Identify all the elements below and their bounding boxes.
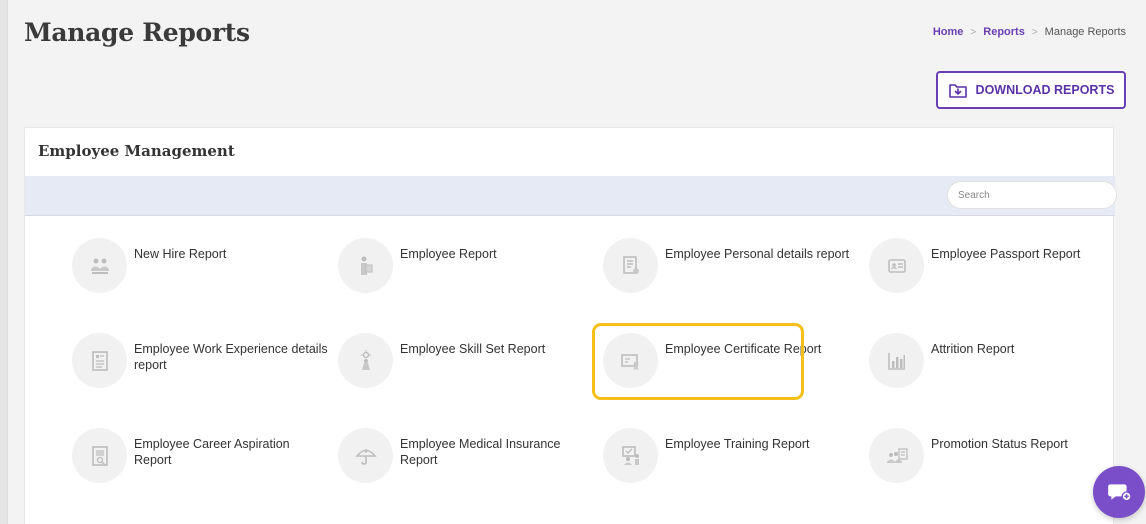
skill-set-icon	[338, 333, 393, 388]
report-passport[interactable]: Employee Passport Report	[869, 238, 1109, 298]
breadcrumb-reports[interactable]: Reports	[983, 26, 1025, 38]
page-title: Manage Reports	[24, 18, 250, 47]
breadcrumb-separator-icon: >	[970, 26, 977, 38]
download-reports-button[interactable]: DOWNLOAD REPORTS	[936, 71, 1126, 109]
attrition-chart-icon	[869, 333, 924, 388]
employee-icon	[338, 238, 393, 293]
report-label: Employee Career Aspiration Report	[134, 437, 290, 467]
report-career-aspiration[interactable]: Employee Career Aspiration Report	[72, 428, 312, 488]
report-personal-details[interactable]: Employee Personal details report	[603, 238, 849, 298]
report-label: Employee Passport Report	[931, 247, 1081, 261]
new-hire-icon	[72, 238, 127, 293]
employee-management-card: Employee Management New Hire Report Empl…	[24, 127, 1117, 524]
promotion-status-icon	[869, 428, 924, 483]
career-aspiration-icon	[72, 428, 127, 483]
section-title: Employee Management	[38, 142, 235, 160]
chat-icon	[1108, 484, 1132, 502]
report-label: Employee Personal details report	[665, 247, 850, 261]
report-label: Attrition Report	[931, 342, 1015, 356]
report-promotion-status[interactable]: Promotion Status Report	[869, 428, 1109, 488]
personal-details-icon	[603, 238, 658, 293]
report-employee[interactable]: Employee Report	[338, 238, 578, 298]
search-input[interactable]	[947, 181, 1117, 209]
report-training[interactable]: Employee Training Report	[603, 428, 843, 488]
report-label: New Hire Report	[134, 247, 227, 261]
breadcrumb: Home > Reports > Manage Reports	[933, 26, 1126, 38]
report-label: Employee Work Experience details report	[134, 342, 328, 372]
report-skill-set[interactable]: Employee Skill Set Report	[338, 333, 578, 393]
report-label: Employee Skill Set Report	[400, 342, 546, 356]
medical-insurance-icon	[338, 428, 393, 483]
breadcrumb-home[interactable]: Home	[933, 26, 964, 38]
report-attrition[interactable]: Attrition Report	[869, 333, 1109, 393]
report-work-experience[interactable]: Employee Work Experience details report	[72, 333, 328, 393]
breadcrumb-current: Manage Reports	[1044, 26, 1126, 38]
passport-icon	[869, 238, 924, 293]
chat-button[interactable]	[1093, 466, 1145, 518]
report-new-hire[interactable]: New Hire Report	[72, 238, 312, 298]
report-label: Promotion Status Report	[931, 437, 1068, 451]
left-sidebar-edge	[0, 0, 8, 524]
report-label: Employee Training Report	[665, 437, 810, 451]
breadcrumb-separator-icon: >	[1031, 26, 1038, 38]
work-experience-icon	[72, 333, 127, 388]
card-toolbar	[25, 176, 1117, 216]
highlight-box	[592, 323, 804, 400]
report-label: Employee Report	[400, 247, 497, 261]
report-medical-insurance[interactable]: Employee Medical Insurance Report	[338, 428, 578, 488]
report-label: Employee Medical Insurance Report	[400, 437, 561, 467]
download-folder-icon	[948, 84, 967, 98]
download-reports-label: DOWNLOAD REPORTS	[975, 83, 1115, 97]
training-icon	[603, 428, 658, 483]
